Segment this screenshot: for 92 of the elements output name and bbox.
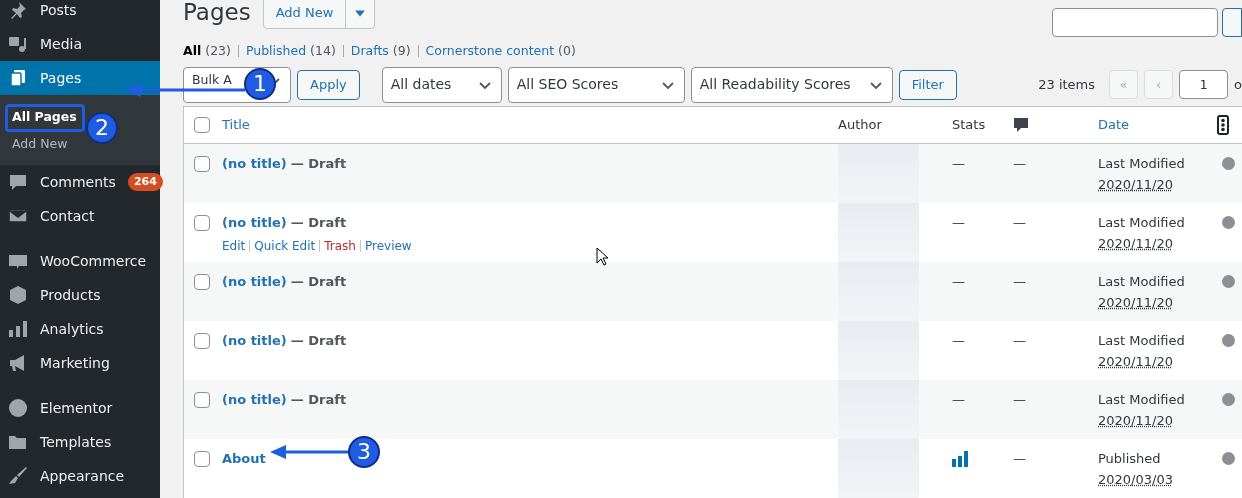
sidebar-item[interactable]: Appearance <box>0 459 160 493</box>
stats-cell: — <box>952 391 965 407</box>
comments-cell-text: — <box>1013 154 1027 173</box>
column-header[interactable]: Title <box>222 115 838 135</box>
comments-cell-text: — <box>1013 449 1027 468</box>
comments-cell-text: — <box>1013 213 1027 232</box>
view-count: (23) <box>205 42 231 60</box>
page-title-link[interactable]: About <box>222 448 266 469</box>
columns-icon <box>1217 114 1229 135</box>
view-count: (9) <box>392 42 411 60</box>
sidebar-item[interactable]: Posts <box>0 0 160 27</box>
view-link[interactable]: Cornerstone content <box>425 42 555 61</box>
submenu-item[interactable]: All Pages <box>12 109 77 124</box>
column-header[interactable]: Date <box>1098 115 1213 135</box>
view-link[interactable]: Drafts <box>350 42 389 61</box>
sidebar-item[interactable]: Marketing <box>0 346 160 380</box>
view-count: (14) <box>310 42 336 60</box>
filter-select[interactable]: All dates <box>381 66 502 103</box>
filter-select[interactable]: All Readability Scores <box>690 66 893 103</box>
date-cell-text: 2020/11/20 <box>1098 235 1173 254</box>
post-state: — Draft <box>290 272 347 291</box>
page-number-field[interactable]: 1 <box>1179 70 1229 100</box>
checkbox[interactable] <box>194 155 210 172</box>
date-cell-text: 2020/11/20 <box>1098 412 1173 431</box>
speech-bubble-icon <box>8 172 28 192</box>
comments-cell-text: — <box>1013 272 1027 291</box>
stats-cell: — <box>952 155 965 171</box>
post-state: — Draft <box>290 390 347 409</box>
row-action-link[interactable]: Preview <box>364 237 412 256</box>
page-title-link[interactable]: (no title) <box>222 153 287 174</box>
comments-cell-text: — <box>1013 331 1027 350</box>
bar-chart-icon <box>952 450 969 467</box>
view-count: (0) <box>558 42 576 60</box>
page-title: Pages <box>183 0 251 28</box>
comment-icon <box>1013 116 1029 133</box>
view-link[interactable]: Published <box>245 42 307 61</box>
date-status: Last Modified <box>1098 154 1186 173</box>
row-action-link[interactable]: Edit <box>222 237 246 256</box>
date-status: Last Modified <box>1098 331 1186 350</box>
date-status: Published <box>1098 449 1162 468</box>
sidebar-item[interactable]: Templates <box>0 425 160 459</box>
page-title-link[interactable]: (no title) <box>222 389 287 410</box>
search-button[interactable] <box>1222 8 1242 37</box>
filter-select[interactable]: All SEO Scores <box>507 66 685 103</box>
media-icon <box>8 34 28 54</box>
page-of-label: o <box>1234 76 1242 94</box>
page-title-link[interactable]: (no title) <box>222 212 287 233</box>
item-count: 23 items <box>1038 76 1096 94</box>
search-field[interactable] <box>1052 8 1218 37</box>
stats-cell: — <box>952 332 965 348</box>
checkbox[interactable] <box>194 116 210 133</box>
date-status: Last Modified <box>1098 213 1186 232</box>
submenu-item[interactable]: Add New <box>12 136 68 151</box>
checkbox[interactable] <box>194 214 210 231</box>
page-title-link[interactable]: (no title) <box>222 271 287 292</box>
sidebar-item[interactable]: Pages <box>0 61 160 95</box>
paintbrush-icon <box>8 466 28 486</box>
comments-cell-text: — <box>1013 390 1027 409</box>
sidebar-item[interactable]: Elementor <box>0 391 160 425</box>
checkbox[interactable] <box>194 391 210 408</box>
sidebar-item[interactable]: Comments 264 <box>0 165 160 199</box>
row-action-link[interactable]: Quick Edit <box>254 237 316 256</box>
column-header: Stats <box>952 116 987 134</box>
apply-button[interactable]: Apply <box>297 69 360 100</box>
sidebar-item[interactable]: WooCommerce <box>0 244 160 278</box>
sidebar-item[interactable]: Contact <box>0 199 160 233</box>
column-header: Author <box>838 116 883 134</box>
date-status: Last Modified <box>1098 272 1186 291</box>
row-action-link[interactable]: Trash <box>324 237 356 256</box>
sidebar-item[interactable]: Analytics <box>0 312 160 346</box>
post-state: — Draft <box>290 331 347 350</box>
count-badge: 264 <box>127 173 163 191</box>
stats-cell: — <box>952 273 965 289</box>
date-cell-text: 2020/03/03 <box>1098 471 1173 490</box>
post-state: — Draft <box>290 213 347 232</box>
page-title-link[interactable]: (no title) <box>222 330 287 351</box>
checkbox[interactable] <box>194 450 210 467</box>
bar-chart-icon <box>8 319 28 339</box>
pages-icon <box>8 68 28 88</box>
sidebar-item[interactable]: Products <box>0 278 160 312</box>
date-cell-text: 2020/11/20 <box>1098 176 1173 195</box>
box-icon <box>8 285 28 305</box>
date-cell-text: 2020/11/20 <box>1098 294 1173 313</box>
sidebar-item[interactable]: Media <box>0 27 160 61</box>
date-cell-text: 2020/11/20 <box>1098 353 1173 372</box>
checkbox[interactable] <box>194 332 210 349</box>
checkbox[interactable] <box>194 273 210 290</box>
post-state: — Draft <box>290 154 347 173</box>
date-status: Last Modified <box>1098 390 1186 409</box>
filter-button[interactable]: Filter <box>898 69 957 100</box>
stats-cell: — <box>952 214 965 230</box>
view-link[interactable]: All <box>183 42 202 61</box>
